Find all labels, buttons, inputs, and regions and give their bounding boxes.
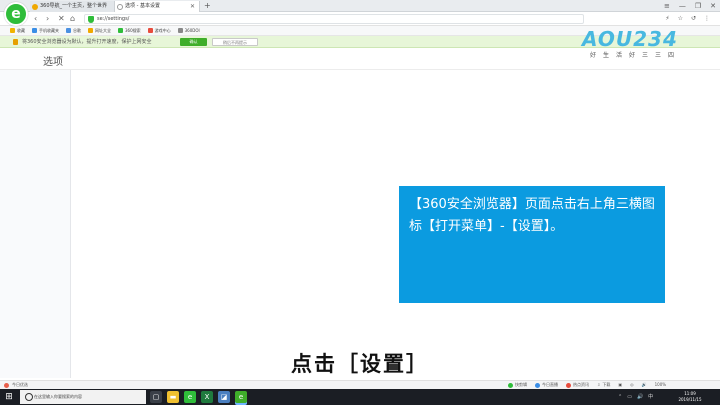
security-shield-icon [88,16,94,23]
url-input[interactable]: se://settings/ [84,14,584,24]
address-tools: ⚡ ☆ ↺ ⋮ [665,13,710,25]
excel-icon[interactable]: X [201,391,213,403]
today-picks[interactable]: 今日优选 [4,381,28,389]
tab-close-icon[interactable]: ✕ [190,1,195,12]
system-tray: ⌃ ▭ 🔊 中 [618,389,653,405]
star-icon [10,28,15,33]
bookmark-favorites[interactable]: 收藏 [10,28,25,34]
maximize-icon[interactable]: ❐ [695,0,701,12]
bookmark-360search[interactable]: 360搜索 [118,28,141,34]
speed-mode-icon[interactable]: ⚡ [665,13,669,25]
instruction-box: 【360安全浏览器】页面点击右上角三横图标【打开菜单】-【设置】。 [399,186,665,303]
new-tab-button[interactable]: + [204,0,211,12]
screenshot-icon[interactable]: ▣ [618,381,622,389]
tab-favicon-icon [117,4,123,10]
browser-status-bar: 今日优选 快剪辑 今日直播 热点资讯 ⇩ 下载 ▣ ◎ 🔊 100% [0,380,720,389]
minimize-icon[interactable]: — [679,0,686,12]
menu-icon[interactable]: ≡ [664,0,670,12]
clock-date: 2019/11/15 [678,397,702,402]
bookmark-game-center[interactable]: 游戏中心 [147,28,171,34]
flame-icon [4,382,9,388]
news-icon [566,382,571,388]
folder-icon [32,28,37,33]
undo-icon[interactable]: ↺ [691,13,696,25]
later-button[interactable]: 稍后不再提示 [212,38,258,46]
input-method-icon[interactable]: 中 [648,389,653,405]
bookmark-mobile[interactable]: 手机收藏夹 [32,28,59,34]
header-divider [0,69,720,70]
back-icon[interactable]: ‹ [34,13,37,25]
watermark-slogan: 好生活好三三四 [590,52,682,59]
forward-icon[interactable]: › [46,13,49,25]
url-text: se://settings/ [97,16,130,22]
download-button[interactable]: ⇩ 下载 [597,381,610,389]
home-icon[interactable]: ⌂ [70,13,75,25]
search-icon [118,28,123,33]
clip-icon [508,382,513,388]
tab-360-navigation[interactable]: 360导航_一个主页，整个世界 [30,1,114,12]
live-icon [535,382,540,388]
volume-icon[interactable]: 🔊 [642,381,647,389]
address-bar: ‹ › ✕ ⌂ se://settings/ ⚡ ☆ ↺ ⋮ [0,12,720,26]
active-browser-icon[interactable]: e [235,391,247,403]
watermark-logo-text: AOU234 [582,27,678,51]
taskbar-search-input[interactable]: 在这里输入你要搜索的内容 [20,390,146,404]
zoom-level[interactable]: 100% [655,381,666,389]
target-icon[interactable]: ◎ [630,381,634,389]
lock-icon [13,39,18,45]
browser-logo-icon[interactable]: e [4,2,28,26]
tab-settings[interactable]: 选项 - 基本设置 ✕ [114,1,200,12]
tab-bar: e 360导航_一个主页，整个世界 选项 - 基本设置 ✕ + ≡ — ❐ ✕ [0,0,720,26]
tray-expand-icon[interactable]: ⌃ [618,389,622,405]
tab-title: 选项 - 基本设置 [125,3,160,9]
quick-clip-button[interactable]: 快剪辑 [508,381,527,389]
page-icon [177,28,183,33]
photos-icon[interactable]: ◪ [218,391,230,403]
bookmark-360doi[interactable]: 360DOI [177,28,200,33]
bookmark-google[interactable]: 谷歌 [66,28,81,34]
browser-360-icon[interactable]: e [184,391,196,403]
search-placeholder: 在这里输入你要搜索的内容 [34,394,82,399]
task-view-icon[interactable]: ▢ [150,391,162,403]
status-tools: 快剪辑 今日直播 热点资讯 ⇩ 下载 ▣ ◎ 🔊 100% [508,381,666,389]
cortana-icon [25,393,33,401]
video-caption: 点击［设置］ [291,352,429,376]
tray-volume-icon[interactable]: 🔊 [637,389,643,405]
tab-favicon-icon [32,4,38,10]
file-explorer-icon[interactable]: ▬ [167,391,179,403]
start-button[interactable]: ⊞ [0,389,18,405]
notice-text: 将360安全浏览器设为默认，提升打开速度，保护上网安全 [22,39,152,45]
windows-taskbar: ⊞ 在这里输入你要搜索的内容 ▢ ▬ e X ◪ e ⌃ ▭ 🔊 中 11:09… [0,389,720,405]
close-window-icon[interactable]: ✕ [710,0,716,12]
window-controls: ≡ — ❐ ✕ [664,0,716,12]
more-icon[interactable]: ⋮ [704,13,710,25]
favorite-star-icon[interactable]: ☆ [678,13,683,25]
taskbar-apps: ▢ ▬ e X ◪ e [150,391,247,403]
page-icon [88,28,93,33]
settings-sidebar [0,70,71,378]
tray-network-icon[interactable]: ▭ [627,389,632,405]
download-icon: ⇩ [597,382,601,387]
stop-icon[interactable]: ✕ [58,13,65,25]
clock[interactable]: 11:09 2019/11/15 [670,391,710,403]
hot-news-button[interactable]: 热点资讯 [566,381,589,389]
instruction-text: 【360安全浏览器】页面点击右上角三横图标【打开菜单】-【设置】。 [409,197,655,234]
bookmark-hao360[interactable]: 网址大全 [88,28,111,34]
live-button[interactable]: 今日直播 [535,381,558,389]
game-icon [147,28,153,33]
tab-title: 360导航_一个主页，整个世界 [40,3,108,9]
page-title: 选项 [43,57,63,68]
page-icon [66,28,71,33]
confirm-button[interactable]: 确认 [180,38,207,46]
site-watermark-logo: AOU234 好生活好三三四 [582,28,694,60]
